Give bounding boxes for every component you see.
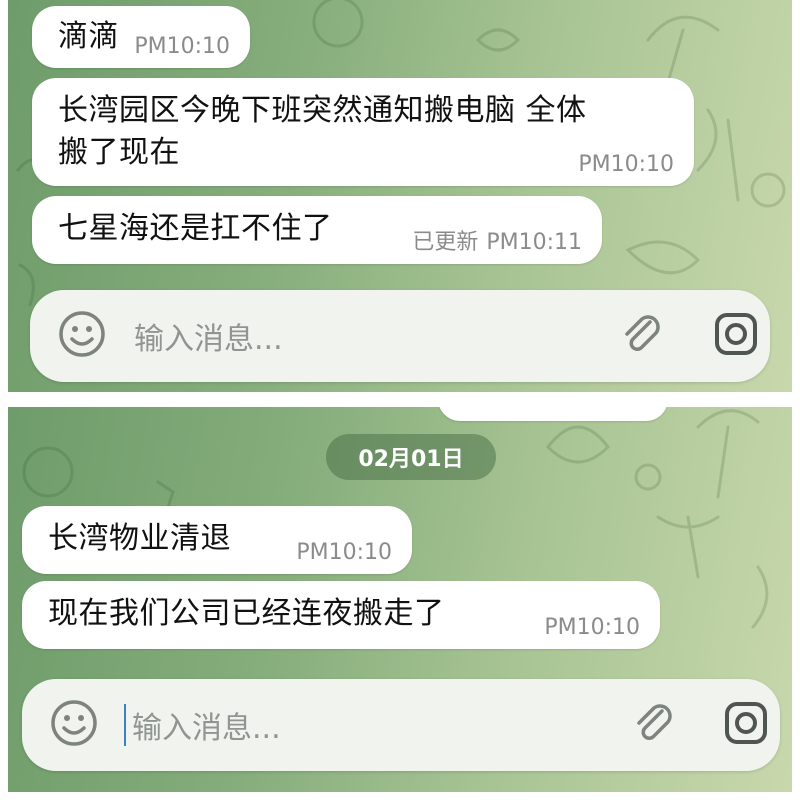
message-bubble[interactable]: 现在我们公司已经连夜搬走了 PM10:10 — [22, 581, 660, 649]
message-bubble[interactable]: 七星海还是扛不住了 已更新 PM10:11 — [32, 196, 602, 264]
chat-screenshot-top: 滴滴 PM10:10 长湾园区今晚下班突然通知搬电脑 全体 搬了现在 PM10:… — [8, 0, 792, 392]
text-cursor — [124, 704, 126, 746]
message-time: PM10:10 — [134, 34, 230, 59]
message-time: PM10:10 — [544, 615, 640, 640]
message-meta: 已更新 PM10:11 — [412, 230, 582, 256]
paperclip-icon[interactable] — [616, 308, 668, 364]
smile-icon[interactable] — [56, 308, 108, 364]
message-input[interactable]: 输入消息... — [132, 703, 281, 747]
message-input-bar: 输入消息... — [30, 290, 770, 382]
chat-screenshot-bottom: 02月01日 长湾物业清退 PM10:10 现在我们公司已经连夜搬走了 PM10… — [8, 407, 792, 792]
paperclip-icon[interactable] — [628, 697, 680, 753]
message-time: PM10:11 — [486, 230, 582, 255]
message-bubble-partial — [438, 407, 668, 421]
camera-icon[interactable] — [710, 308, 762, 364]
message-text-line: 搬了现在 — [58, 135, 180, 170]
camera-icon[interactable] — [720, 697, 772, 753]
message-bubble[interactable]: 滴滴 PM10:10 — [32, 6, 250, 68]
message-text-line: 长湾园区今晚下班突然通知搬电脑 全体 — [58, 93, 587, 128]
edited-label: 已更新 — [412, 230, 479, 255]
date-separator: 02月01日 — [326, 434, 496, 480]
message-time: PM10:10 — [296, 540, 392, 565]
message-input[interactable]: 输入消息... — [134, 314, 283, 358]
smile-icon[interactable] — [48, 697, 100, 753]
message-bubble[interactable]: 长湾园区今晚下班突然通知搬电脑 全体 搬了现在 PM10:10 — [32, 78, 694, 186]
message-time: PM10:10 — [578, 152, 674, 177]
message-input-bar: 输入消息... — [22, 679, 780, 771]
message-bubble[interactable]: 长湾物业清退 PM10:10 — [22, 506, 412, 574]
